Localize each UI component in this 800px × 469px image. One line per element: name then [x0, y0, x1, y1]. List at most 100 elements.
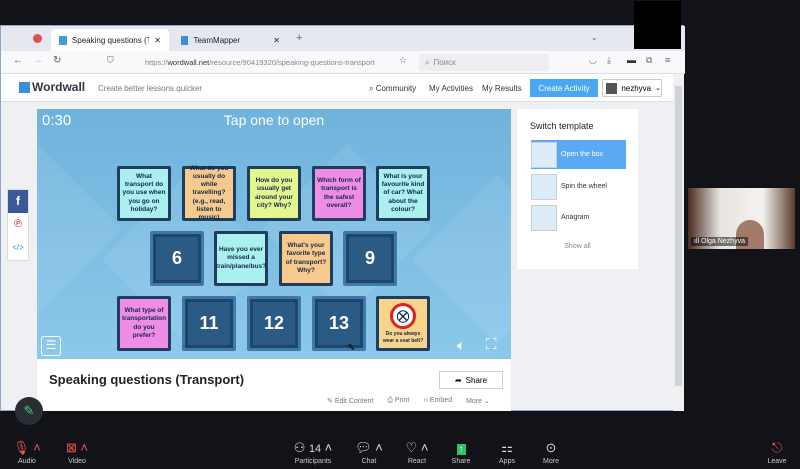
template-anagram[interactable]: Anagram: [531, 203, 626, 232]
game-area[interactable]: 0:30 Tap one to open What transport do y…: [37, 109, 511, 359]
chevron-down-icon: ⌄: [655, 85, 661, 92]
tagline: Create better lessons quicker: [98, 84, 203, 93]
game-menu-icon[interactable]: ☰: [41, 336, 61, 356]
participants-icon: ⚇ 14 ˄: [293, 440, 333, 455]
opened-question-card[interactable]: What's your favorite type of transport? …: [279, 231, 333, 286]
wordwall-favicon: [59, 35, 67, 45]
chat-button[interactable]: 💬︎ ˄ Chat: [344, 440, 394, 465]
pinned-tab-icon[interactable]: [33, 34, 42, 43]
new-tab-icon[interactable]: +: [296, 32, 302, 44]
nav-my-results[interactable]: My Results: [482, 84, 522, 93]
panel-title: Switch template: [530, 121, 594, 131]
participant-name: ıll Olga Nezhyva: [691, 237, 748, 246]
spin-the-wheel-icon: [531, 173, 557, 200]
address-bar-row: ← → ↻ https://wordwall.net/resource/9041…: [1, 51, 685, 74]
instruction: Tap one to open: [223, 112, 325, 128]
more-link[interactable]: More ⌄: [466, 397, 490, 405]
anagram-icon: [531, 204, 557, 231]
leave-icon: ⎋: [771, 440, 783, 455]
apps-icon: ⚏: [501, 440, 513, 455]
opened-question-card[interactable]: What transport do you use when you go on…: [117, 166, 171, 221]
closed-box[interactable]: 9: [343, 231, 397, 286]
opened-question-card[interactable]: ⛒ Do you always wear a seat belt?: [376, 296, 430, 351]
video-off-icon: ⊠ ˄: [65, 440, 89, 455]
facebook-icon[interactable]: f: [8, 190, 28, 213]
opened-question-card[interactable]: Have you ever missed a train/plane/bus?: [214, 231, 268, 286]
template-spin-the-wheel[interactable]: Spin the wheel: [531, 172, 626, 201]
participants-button[interactable]: ⚇ 14 ˄ Participants: [287, 440, 339, 465]
show-all-link[interactable]: Show all: [517, 243, 638, 250]
apps-button[interactable]: ⚏ Apps: [482, 440, 532, 465]
participant-video[interactable]: ıll Olga Nezhyva: [688, 188, 795, 249]
url-field[interactable]: https://wordwall.net/resource/90419320/s…: [101, 54, 411, 71]
pinterest-icon[interactable]: ℗: [8, 213, 28, 236]
back-icon[interactable]: ←: [13, 55, 23, 66]
opened-question-card[interactable]: What type of transportation do you prefe…: [117, 296, 171, 351]
zoom-toolbar: 🎙︎ ˄ Audio ⊠ ˄ Video ⚇ 14 ˄ Participants 💬︎…: [0, 430, 800, 469]
nav-my-activities[interactable]: My Activities: [429, 84, 473, 93]
shield-icon[interactable]: ⛉: [107, 55, 114, 66]
embed-icon[interactable]: </>: [8, 236, 28, 259]
muted-mic-icon: 🎙︎ ˄: [13, 440, 41, 455]
tab-list-chevron-icon[interactable]: ⌄: [591, 33, 598, 42]
closed-box[interactable]: 13: [312, 296, 366, 351]
reload-icon[interactable]: ↻: [53, 55, 61, 66]
wordwall-header: Wordwall Create better lessons quicker ⌕…: [1, 74, 673, 102]
share-button[interactable]: ➦ Share: [439, 371, 503, 389]
fullscreen-icon[interactable]: ⛶: [486, 336, 497, 353]
bookmark-star-icon[interactable]: ☆: [399, 55, 407, 66]
leave-button[interactable]: ⎋ Leave: [752, 440, 800, 465]
volume-icon[interactable]: 🔈︎: [457, 337, 465, 354]
share-arrow-icon: ➦: [454, 375, 462, 385]
redacted-area: [634, 1, 681, 49]
create-activity-button[interactable]: Create Activity: [530, 79, 598, 97]
wordwall-logo-icon: [19, 82, 30, 93]
closed-box[interactable]: 12: [247, 296, 301, 351]
mouse-cursor: ⬉: [347, 342, 356, 353]
activity-title: Speaking questions (Transport): [49, 372, 245, 387]
opened-question-card[interactable]: What is your favourite kind of car? What…: [376, 166, 430, 221]
close-tab-icon[interactable]: ✕: [273, 36, 280, 45]
more-button[interactable]: ⊙ More: [526, 440, 576, 465]
search-input[interactable]: ⌕ Поиск: [419, 54, 549, 71]
nav-community[interactable]: ⌕ Community: [369, 84, 416, 94]
embed-link[interactable]: ‹› Embed: [423, 397, 452, 405]
search-icon: ⌕: [425, 57, 430, 67]
opened-question-card[interactable]: Which form of transport is the safest ov…: [312, 166, 366, 221]
menu-icon[interactable]: ≡: [665, 55, 670, 65]
download-icon[interactable]: ⤓: [607, 55, 611, 66]
forward-icon[interactable]: →: [33, 55, 43, 66]
close-tab-icon[interactable]: ✕: [154, 36, 161, 45]
browser-window: Speaking questions (Transport✕ TeamMappe…: [0, 1, 685, 411]
extension-icon[interactable]: ▬: [627, 55, 636, 65]
tab-bar: Speaking questions (Transport✕ TeamMappe…: [1, 1, 685, 51]
seatbelt-icon: ⛒: [390, 303, 416, 330]
closed-box[interactable]: 6: [150, 231, 204, 286]
switch-template-panel: Switch template Open the box Spin the wh…: [517, 109, 638, 269]
template-open-the-box[interactable]: Open the box: [531, 140, 626, 169]
avatar: [606, 82, 618, 94]
tab-teammapper[interactable]: TeamMapper ✕: [173, 29, 288, 51]
opened-question-card[interactable]: How do you usually get around your city?…: [247, 166, 301, 221]
annotate-pen-button[interactable]: ✎: [15, 397, 43, 425]
react-button[interactable]: ♡ ˄ React: [392, 440, 442, 465]
share-screen-icon: ↑: [456, 444, 466, 455]
video-button[interactable]: ⊠ ˄ Video: [52, 440, 102, 465]
page-scrollbar[interactable]: [673, 74, 684, 411]
social-share-bar: f ℗ </>: [7, 189, 29, 261]
opened-question-card[interactable]: What do you usually do while travelling?…: [182, 165, 236, 221]
tab-speaking-questions[interactable]: Speaking questions (Transport✕: [51, 29, 169, 51]
share-screen-button[interactable]: ↑ Share: [436, 440, 486, 465]
heart-icon: ♡ ˄: [405, 440, 429, 455]
pocket-icon[interactable]: ◡: [589, 55, 597, 66]
audio-button[interactable]: 🎙︎ ˄ Audio: [2, 440, 52, 465]
extensions-puzzle-icon[interactable]: ⧉: [646, 55, 652, 66]
wordwall-logo[interactable]: Wordwall: [32, 80, 85, 94]
closed-box[interactable]: 11: [182, 296, 236, 351]
print-link[interactable]: ⎙ Print: [387, 397, 409, 405]
edit-content-link[interactable]: ✎ Edit Content: [327, 397, 373, 405]
activity-info: Speaking questions (Transport) ➦ Share ✎ …: [37, 359, 511, 411]
teammapper-favicon: [181, 35, 189, 45]
open-the-box-icon: [531, 141, 557, 168]
user-menu[interactable]: nezhyva ⌄: [602, 79, 662, 97]
